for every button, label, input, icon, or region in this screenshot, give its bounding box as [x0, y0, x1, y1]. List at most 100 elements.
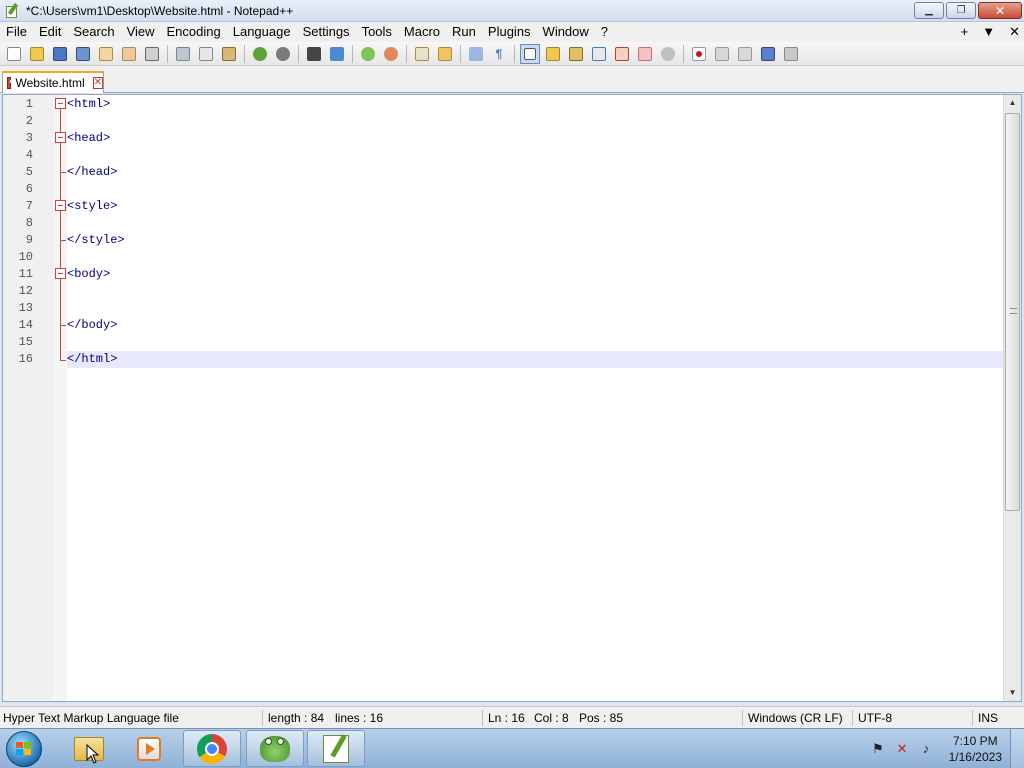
notepad-plus-plus-icon	[4, 2, 20, 19]
line-number: 9	[25, 233, 33, 247]
code-line[interactable]: <body>	[67, 266, 110, 283]
status-insert-mode[interactable]: INS	[978, 707, 998, 729]
tab-close-icon[interactable]: ✕	[92, 77, 103, 89]
code-line[interactable]: <html>	[67, 96, 110, 113]
redo-icon[interactable]	[273, 44, 293, 64]
fold-end-marker	[60, 172, 66, 173]
taskbar-media-player[interactable]	[120, 730, 178, 767]
menu-plugins[interactable]: Plugins	[482, 22, 537, 42]
scroll-thumb[interactable]	[1005, 113, 1020, 511]
close-doc-button[interactable]: ✕	[1009, 22, 1020, 42]
monitor-icon[interactable]	[658, 44, 678, 64]
taskbar-notepad-plus-plus[interactable]	[307, 730, 365, 767]
cut-icon[interactable]	[173, 44, 193, 64]
menu-run[interactable]: Run	[446, 22, 482, 42]
line-number: 8	[25, 216, 33, 230]
close-icon[interactable]	[96, 44, 116, 64]
open-file-icon[interactable]	[27, 44, 47, 64]
tab-website-html[interactable]: Website.html ✕	[2, 71, 104, 93]
menu-view[interactable]: View	[121, 22, 161, 42]
toolbar-divider	[298, 44, 299, 63]
menu-search[interactable]: Search	[67, 22, 120, 42]
find-icon[interactable]	[304, 44, 324, 64]
undo-icon[interactable]	[250, 44, 270, 64]
status-eol[interactable]: Windows (CR LF)	[748, 707, 843, 729]
clock[interactable]: 7:10 PM 1/16/2023	[949, 733, 1002, 765]
record-macro-icon[interactable]	[689, 44, 709, 64]
volume-icon[interactable]: ♪	[918, 741, 934, 757]
code-line[interactable]: <head>	[67, 130, 110, 147]
new-file-icon[interactable]	[4, 44, 24, 64]
stop-macro-icon[interactable]	[712, 44, 732, 64]
action-center-icon[interactable]: ⚑	[870, 741, 886, 757]
tab-list-dropdown[interactable]: ▼	[982, 22, 995, 42]
mouse-cursor-icon	[86, 744, 100, 764]
status-encoding[interactable]: UTF-8	[858, 707, 892, 729]
sync-h-icon[interactable]	[435, 44, 455, 64]
toolbar-divider	[167, 44, 168, 63]
menu-help[interactable]: ?	[595, 22, 614, 42]
close-button[interactable]: ✕	[978, 2, 1022, 19]
copy-icon[interactable]	[196, 44, 216, 64]
sync-v-icon[interactable]	[412, 44, 432, 64]
fold-collapse-icon[interactable]	[55, 132, 66, 143]
taskbar-chrome[interactable]	[183, 730, 241, 767]
folder-workspace-icon[interactable]	[635, 44, 655, 64]
udl-icon[interactable]	[543, 44, 563, 64]
media-player-icon	[137, 736, 161, 761]
fold-guide	[60, 109, 61, 361]
code-area[interactable]: <html> <head> </head> <style> </style> <…	[67, 95, 1003, 701]
wrap-icon[interactable]	[466, 44, 486, 64]
save-all-icon[interactable]	[73, 44, 93, 64]
menu-encoding[interactable]: Encoding	[161, 22, 227, 42]
show-all-chars-icon[interactable]: ¶	[489, 44, 509, 64]
code-line[interactable]: </body>	[67, 317, 117, 334]
run-macro-multiple-icon[interactable]	[758, 44, 778, 64]
fold-collapse-icon[interactable]	[55, 200, 66, 211]
save-macro-icon[interactable]	[781, 44, 801, 64]
fold-collapse-icon[interactable]	[55, 268, 66, 279]
close-all-icon[interactable]	[119, 44, 139, 64]
menu-window[interactable]: Window	[537, 22, 595, 42]
taskbar-frog-app[interactable]	[246, 730, 304, 767]
line-number: 7	[25, 199, 33, 213]
start-button[interactable]	[6, 731, 42, 767]
fold-end-marker	[60, 240, 66, 241]
status-bar: Hyper Text Markup Language file length :…	[0, 706, 1024, 728]
line-number: 15	[18, 335, 33, 349]
menu-language[interactable]: Language	[227, 22, 297, 42]
code-line[interactable]: </head>	[67, 164, 117, 181]
code-line[interactable]: <style>	[67, 198, 117, 215]
zoom-in-icon[interactable]	[358, 44, 378, 64]
minimize-button[interactable]: ▁	[914, 2, 944, 19]
play-macro-icon[interactable]	[735, 44, 755, 64]
maximize-button[interactable]: ❐	[946, 2, 976, 19]
code-line[interactable]: </style>	[67, 232, 125, 249]
save-icon[interactable]	[50, 44, 70, 64]
paste-icon[interactable]	[219, 44, 239, 64]
toolbar: ¶	[0, 42, 1024, 66]
menu-macro[interactable]: Macro	[398, 22, 446, 42]
scroll-up-icon[interactable]: ▲	[1004, 95, 1021, 111]
menu-file[interactable]: File	[0, 22, 33, 42]
line-number: 6	[25, 182, 33, 196]
fold-collapse-icon[interactable]	[55, 98, 66, 109]
show-desktop-button[interactable]	[1010, 729, 1024, 768]
code-line[interactable]: </html>	[67, 351, 117, 368]
editor-pane[interactable]: 1 2 3 4 5 6 7 8 9 10 11 12 13 14 15 16 <…	[2, 94, 1022, 702]
zoom-out-icon[interactable]	[381, 44, 401, 64]
menu-edit[interactable]: Edit	[33, 22, 67, 42]
menu-tools[interactable]: Tools	[356, 22, 398, 42]
scroll-down-icon[interactable]: ▼	[1004, 685, 1021, 701]
doc-list-icon[interactable]	[589, 44, 609, 64]
doc-map-icon[interactable]	[566, 44, 586, 64]
indent-guide-icon[interactable]	[520, 43, 540, 64]
new-tab-button[interactable]: +	[961, 22, 969, 42]
replace-icon[interactable]	[327, 44, 347, 64]
network-icon[interactable]: ✕	[894, 741, 910, 757]
windows-logo-icon	[16, 742, 32, 756]
print-icon[interactable]	[142, 44, 162, 64]
function-list-icon[interactable]	[612, 44, 632, 64]
vertical-scrollbar[interactable]: ▲ ▼	[1003, 95, 1021, 701]
menu-settings[interactable]: Settings	[297, 22, 356, 42]
